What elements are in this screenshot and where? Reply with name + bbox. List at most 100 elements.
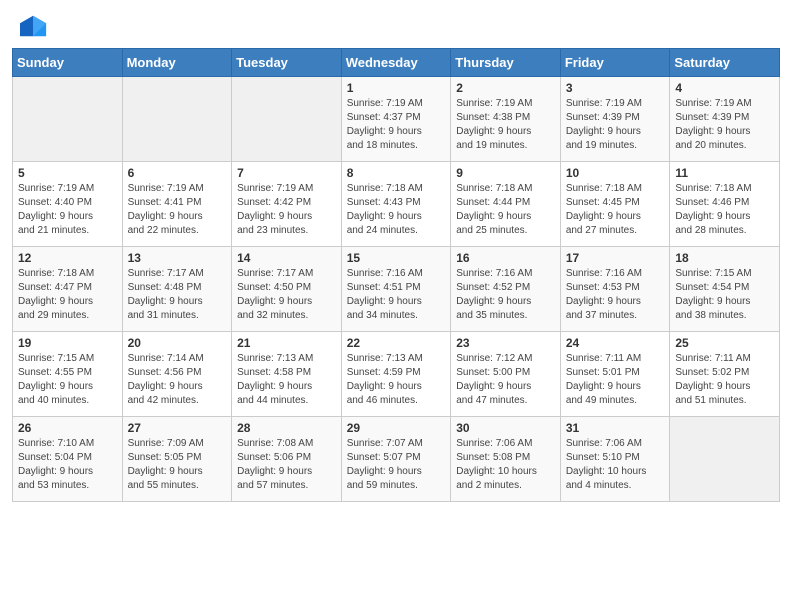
calendar-container: SundayMondayTuesdayWednesdayThursdayFrid…: [12, 48, 780, 502]
calendar-cell: 28 Sunrise: 7:08 AM Sunset: 5:06 PM Dayli…: [232, 417, 342, 502]
calendar-week-1: 1 Sunrise: 7:19 AM Sunset: 4:37 PM Daylig…: [13, 77, 780, 162]
day-number: 6: [128, 166, 227, 180]
day-info: Sunrise: 7:16 AM Sunset: 4:51 PM Dayligh…: [347, 267, 446, 323]
day-info: Sunrise: 7:18 AM Sunset: 4:44 PM Dayligh…: [456, 182, 555, 238]
day-number: 27: [128, 421, 227, 435]
calendar-cell: 27 Sunrise: 7:09 AM Sunset: 5:05 PM Dayli…: [122, 417, 232, 502]
calendar-cell: 16Sunrise: 7:16 AM Sunset: 4:52 PM Dayli…: [451, 247, 561, 332]
weekday-header-row: SundayMondayTuesdayWednesdayThursdayFrid…: [13, 49, 780, 77]
calendar-cell: 26 Sunrise: 7:10 AM Sunset: 5:04 PM Dayli…: [13, 417, 123, 502]
calendar-week-4: 19 Sunrise: 7:15 AM Sunset: 4:55 PM Dayli…: [13, 332, 780, 417]
calendar-week-3: 12 Sunrise: 7:18 AM Sunset: 4:47 PM Dayli…: [13, 247, 780, 332]
day-number: 23: [456, 336, 555, 350]
calendar-cell: 5Sunrise: 7:19 AM Sunset: 4:40 PM Daylig…: [13, 162, 123, 247]
calendar-cell: 6 Sunrise: 7:19 AM Sunset: 4:41 PM Daylig…: [122, 162, 232, 247]
day-info: Sunrise: 7:18 AM Sunset: 4:47 PM Dayligh…: [18, 267, 117, 323]
day-number: 8: [347, 166, 446, 180]
calendar-body: 1 Sunrise: 7:19 AM Sunset: 4:37 PM Daylig…: [13, 77, 780, 502]
calendar-cell: 24 Sunrise: 7:11 AM Sunset: 5:01 PM Dayli…: [560, 332, 670, 417]
day-number: 1: [347, 81, 446, 95]
day-number: 13: [128, 251, 227, 265]
calendar-cell: 29 Sunrise: 7:07 AM Sunset: 5:07 PM Dayli…: [341, 417, 451, 502]
day-info: Sunrise: 7:19 AM Sunset: 4:37 PM Dayligh…: [347, 97, 446, 153]
calendar-cell: 11 Sunrise: 7:18 AM Sunset: 4:46 PM Dayli…: [670, 162, 780, 247]
day-info: Sunrise: 7:19 AM Sunset: 4:40 PM Dayligh…: [18, 182, 117, 238]
weekday-header-friday: Friday: [560, 49, 670, 77]
day-number: 17: [566, 251, 665, 265]
day-info: Sunrise: 7:16 AM Sunset: 4:53 PM Dayligh…: [566, 267, 665, 323]
calendar-week-2: 5Sunrise: 7:19 AM Sunset: 4:40 PM Daylig…: [13, 162, 780, 247]
calendar-cell: 19 Sunrise: 7:15 AM Sunset: 4:55 PM Dayli…: [13, 332, 123, 417]
calendar-cell: 22 Sunrise: 7:13 AM Sunset: 4:59 PM Dayli…: [341, 332, 451, 417]
day-info: Sunrise: 7:19 AM Sunset: 4:39 PM Dayligh…: [566, 97, 665, 153]
day-number: 3: [566, 81, 665, 95]
day-info: Sunrise: 7:13 AM Sunset: 4:59 PM Dayligh…: [347, 352, 446, 408]
calendar-cell: 4 Sunrise: 7:19 AM Sunset: 4:39 PM Daylig…: [670, 77, 780, 162]
day-info: Sunrise: 7:10 AM Sunset: 5:04 PM Dayligh…: [18, 437, 117, 493]
day-info: Sunrise: 7:11 AM Sunset: 5:02 PM Dayligh…: [675, 352, 774, 408]
day-number: 12: [18, 251, 117, 265]
calendar-header: SundayMondayTuesdayWednesdayThursdayFrid…: [13, 49, 780, 77]
day-info: Sunrise: 7:17 AM Sunset: 4:48 PM Dayligh…: [128, 267, 227, 323]
calendar-cell: 7 Sunrise: 7:19 AM Sunset: 4:42 PM Daylig…: [232, 162, 342, 247]
day-info: Sunrise: 7:18 AM Sunset: 4:46 PM Dayligh…: [675, 182, 774, 238]
day-number: 2: [456, 81, 555, 95]
weekday-header-tuesday: Tuesday: [232, 49, 342, 77]
calendar-cell: 9 Sunrise: 7:18 AM Sunset: 4:44 PM Daylig…: [451, 162, 561, 247]
day-info: Sunrise: 7:15 AM Sunset: 4:55 PM Dayligh…: [18, 352, 117, 408]
day-number: 22: [347, 336, 446, 350]
day-info: Sunrise: 7:08 AM Sunset: 5:06 PM Dayligh…: [237, 437, 336, 493]
day-info: Sunrise: 7:19 AM Sunset: 4:42 PM Dayligh…: [237, 182, 336, 238]
day-number: 19: [18, 336, 117, 350]
day-number: 29: [347, 421, 446, 435]
day-info: Sunrise: 7:12 AM Sunset: 5:00 PM Dayligh…: [456, 352, 555, 408]
calendar-cell: 2Sunrise: 7:19 AM Sunset: 4:38 PM Daylig…: [451, 77, 561, 162]
day-info: Sunrise: 7:15 AM Sunset: 4:54 PM Dayligh…: [675, 267, 774, 323]
day-info: Sunrise: 7:11 AM Sunset: 5:01 PM Dayligh…: [566, 352, 665, 408]
day-number: 21: [237, 336, 336, 350]
day-number: 10: [566, 166, 665, 180]
day-info: Sunrise: 7:07 AM Sunset: 5:07 PM Dayligh…: [347, 437, 446, 493]
day-number: 26: [18, 421, 117, 435]
weekday-header-sunday: Sunday: [13, 49, 123, 77]
day-number: 7: [237, 166, 336, 180]
day-number: 20: [128, 336, 227, 350]
calendar-cell: 1 Sunrise: 7:19 AM Sunset: 4:37 PM Daylig…: [341, 77, 451, 162]
day-number: 18: [675, 251, 774, 265]
calendar-cell: [232, 77, 342, 162]
calendar-cell: [670, 417, 780, 502]
calendar-cell: 20 Sunrise: 7:14 AM Sunset: 4:56 PM Dayli…: [122, 332, 232, 417]
day-info: Sunrise: 7:09 AM Sunset: 5:05 PM Dayligh…: [128, 437, 227, 493]
weekday-header-thursday: Thursday: [451, 49, 561, 77]
day-number: 4: [675, 81, 774, 95]
calendar-cell: 30Sunrise: 7:06 AM Sunset: 5:08 PM Dayli…: [451, 417, 561, 502]
calendar-cell: 21Sunrise: 7:13 AM Sunset: 4:58 PM Dayli…: [232, 332, 342, 417]
calendar-cell: 23 Sunrise: 7:12 AM Sunset: 5:00 PM Dayli…: [451, 332, 561, 417]
day-info: Sunrise: 7:06 AM Sunset: 5:10 PM Dayligh…: [566, 437, 665, 493]
calendar-cell: 31 Sunrise: 7:06 AM Sunset: 5:10 PM Dayli…: [560, 417, 670, 502]
day-number: 25: [675, 336, 774, 350]
day-info: Sunrise: 7:14 AM Sunset: 4:56 PM Dayligh…: [128, 352, 227, 408]
calendar-table: SundayMondayTuesdayWednesdayThursdayFrid…: [12, 48, 780, 502]
logo: [20, 12, 52, 40]
calendar-cell: [13, 77, 123, 162]
day-number: 31: [566, 421, 665, 435]
day-number: 11: [675, 166, 774, 180]
day-info: Sunrise: 7:19 AM Sunset: 4:39 PM Dayligh…: [675, 97, 774, 153]
calendar-cell: [122, 77, 232, 162]
calendar-cell: 3 Sunrise: 7:19 AM Sunset: 4:39 PM Daylig…: [560, 77, 670, 162]
calendar-week-5: 26 Sunrise: 7:10 AM Sunset: 5:04 PM Dayli…: [13, 417, 780, 502]
day-info: Sunrise: 7:17 AM Sunset: 4:50 PM Dayligh…: [237, 267, 336, 323]
day-number: 24: [566, 336, 665, 350]
day-number: 16: [456, 251, 555, 265]
calendar-cell: 8Sunrise: 7:18 AM Sunset: 4:43 PM Daylig…: [341, 162, 451, 247]
day-info: Sunrise: 7:18 AM Sunset: 4:45 PM Dayligh…: [566, 182, 665, 238]
calendar-cell: 17 Sunrise: 7:16 AM Sunset: 4:53 PM Dayli…: [560, 247, 670, 332]
logo-icon: [20, 12, 48, 40]
weekday-header-saturday: Saturday: [670, 49, 780, 77]
calendar-cell: 12 Sunrise: 7:18 AM Sunset: 4:47 PM Dayli…: [13, 247, 123, 332]
weekday-header-monday: Monday: [122, 49, 232, 77]
day-number: 28: [237, 421, 336, 435]
day-number: 9: [456, 166, 555, 180]
day-info: Sunrise: 7:19 AM Sunset: 4:41 PM Dayligh…: [128, 182, 227, 238]
